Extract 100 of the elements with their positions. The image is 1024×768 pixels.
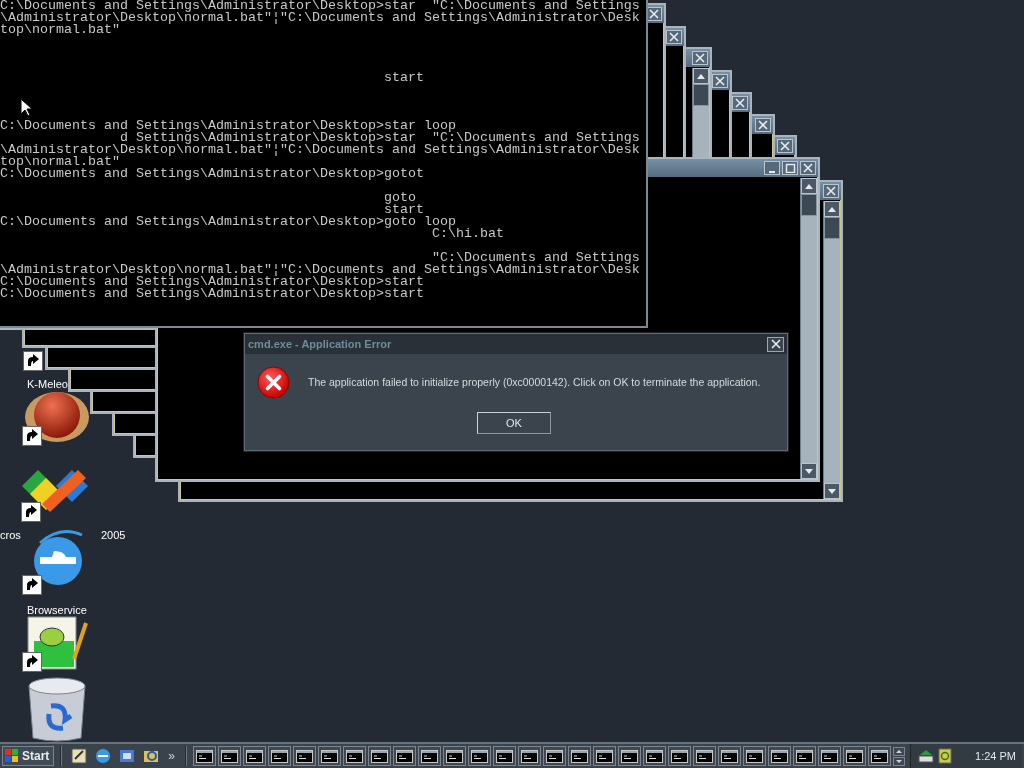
taskbar-button[interactable] <box>693 746 717 766</box>
taskbar-button[interactable] <box>518 746 542 766</box>
taskbar-button[interactable] <box>368 746 392 766</box>
close-icon <box>668 32 680 42</box>
start-button[interactable]: Start <box>2 746 55 766</box>
taskbar-button[interactable] <box>243 746 267 766</box>
close-icon <box>769 339 782 349</box>
console-icon <box>246 749 264 763</box>
taskbar-button[interactable] <box>218 746 242 766</box>
console-line: start <box>383 70 424 85</box>
icon-label: Browservice <box>27 604 87 617</box>
ok-button[interactable]: OK <box>477 412 551 434</box>
console-icon <box>671 749 689 763</box>
taskbar-button[interactable] <box>668 746 692 766</box>
taskbar-button[interactable] <box>418 746 442 766</box>
dialog-title: cmd.exe - Application Error <box>248 336 392 352</box>
taskbar-button[interactable] <box>468 746 492 766</box>
console-icon <box>746 749 764 763</box>
error-icon <box>257 366 290 399</box>
taskbar-button[interactable] <box>643 746 667 766</box>
console-icon <box>596 749 614 763</box>
console-icon <box>196 749 214 763</box>
taskbar-button[interactable] <box>543 746 567 766</box>
scroll-down-button[interactable] <box>824 483 840 499</box>
shortcut-icon[interactable] <box>22 350 44 372</box>
console-line: C:\Documents and Settings\Administrator\Desktop>star loop <box>0 118 456 133</box>
notepad-icon[interactable] <box>20 613 90 675</box>
down-arrow-icon <box>805 468 813 474</box>
console-icon <box>571 749 589 763</box>
icon-label: K-Meleo <box>27 378 68 391</box>
close-icon <box>648 9 660 19</box>
taskbar-button[interactable] <box>743 746 767 766</box>
scrollbar[interactable] <box>823 201 840 499</box>
console-icon <box>271 749 289 763</box>
close-button[interactable] <box>767 336 784 352</box>
up-arrow-icon <box>828 206 836 212</box>
close-button[interactable] <box>823 184 839 198</box>
console-icon <box>321 749 339 763</box>
scroll-up-button[interactable] <box>693 68 709 84</box>
taskbar-button[interactable] <box>393 746 417 766</box>
taskbar-button[interactable] <box>343 746 367 766</box>
scroll-down-button[interactable] <box>801 463 817 479</box>
console-icon <box>871 749 889 763</box>
close-icon <box>802 163 814 173</box>
close-icon <box>714 76 726 86</box>
taskbar-button[interactable] <box>318 746 342 766</box>
scroll-thumb[interactable] <box>824 217 840 239</box>
minimize-button[interactable] <box>764 161 780 175</box>
taskbar-button[interactable] <box>718 746 742 766</box>
scroll-up-icon[interactable] <box>893 746 906 756</box>
windows-logo-icon <box>5 749 19 763</box>
taskbar-button[interactable] <box>493 746 517 766</box>
console-line: goto <box>383 190 416 205</box>
taskbar-button[interactable] <box>443 746 467 766</box>
console-icon <box>346 749 364 763</box>
mouse-pointer-icon <box>20 98 32 117</box>
console-icon <box>821 749 839 763</box>
close-button[interactable] <box>666 30 682 44</box>
console-line: C:\Documents and Settings\Administrator\Desktop>goto loop <box>0 214 456 229</box>
console-icon <box>796 749 814 763</box>
taskbar-button[interactable] <box>568 746 592 766</box>
taskbar-button[interactable] <box>593 746 617 766</box>
browser-icon[interactable] <box>94 747 113 765</box>
taskbar-button[interactable] <box>868 746 892 766</box>
console-icon <box>621 749 639 763</box>
close-button[interactable] <box>755 118 771 132</box>
overflow-chevron[interactable]: » <box>164 747 180 765</box>
scroll-thumb[interactable] <box>801 194 817 216</box>
taskbar-button[interactable] <box>818 746 842 766</box>
taskbar-button[interactable] <box>793 746 817 766</box>
notepad-icon[interactable] <box>70 747 89 765</box>
tray-app-icon[interactable] <box>938 748 952 764</box>
taskbar-button[interactable] <box>193 746 217 766</box>
maximize-button[interactable] <box>782 161 798 175</box>
close-button[interactable] <box>732 96 748 110</box>
close-button[interactable] <box>800 161 816 175</box>
media-icon[interactable] <box>118 747 137 765</box>
close-icon <box>779 141 791 151</box>
close-button[interactable] <box>712 74 728 88</box>
scroll-up-button[interactable] <box>801 178 817 194</box>
icon-label: cros <box>0 529 21 542</box>
taskbar-button[interactable] <box>293 746 317 766</box>
taskbar-button[interactable] <box>843 746 867 766</box>
close-icon <box>694 53 706 63</box>
taskbar-button[interactable] <box>768 746 792 766</box>
console-icon <box>396 749 414 763</box>
close-button[interactable] <box>777 139 793 153</box>
scroll-down-icon[interactable] <box>893 756 906 766</box>
scroll-up-button[interactable] <box>824 201 840 217</box>
ball-icon[interactable] <box>20 390 90 448</box>
taskbar-button[interactable] <box>268 746 292 766</box>
scroll-thumb[interactable] <box>693 84 709 106</box>
network-icon[interactable] <box>917 748 935 764</box>
recycle-bin-icon[interactable] <box>25 676 89 742</box>
close-button[interactable] <box>692 51 708 65</box>
console-icon <box>646 749 664 763</box>
console-icon <box>846 749 864 763</box>
console-icon <box>446 749 464 763</box>
taskbar-button[interactable] <box>618 746 642 766</box>
scrollbar[interactable] <box>800 178 817 479</box>
